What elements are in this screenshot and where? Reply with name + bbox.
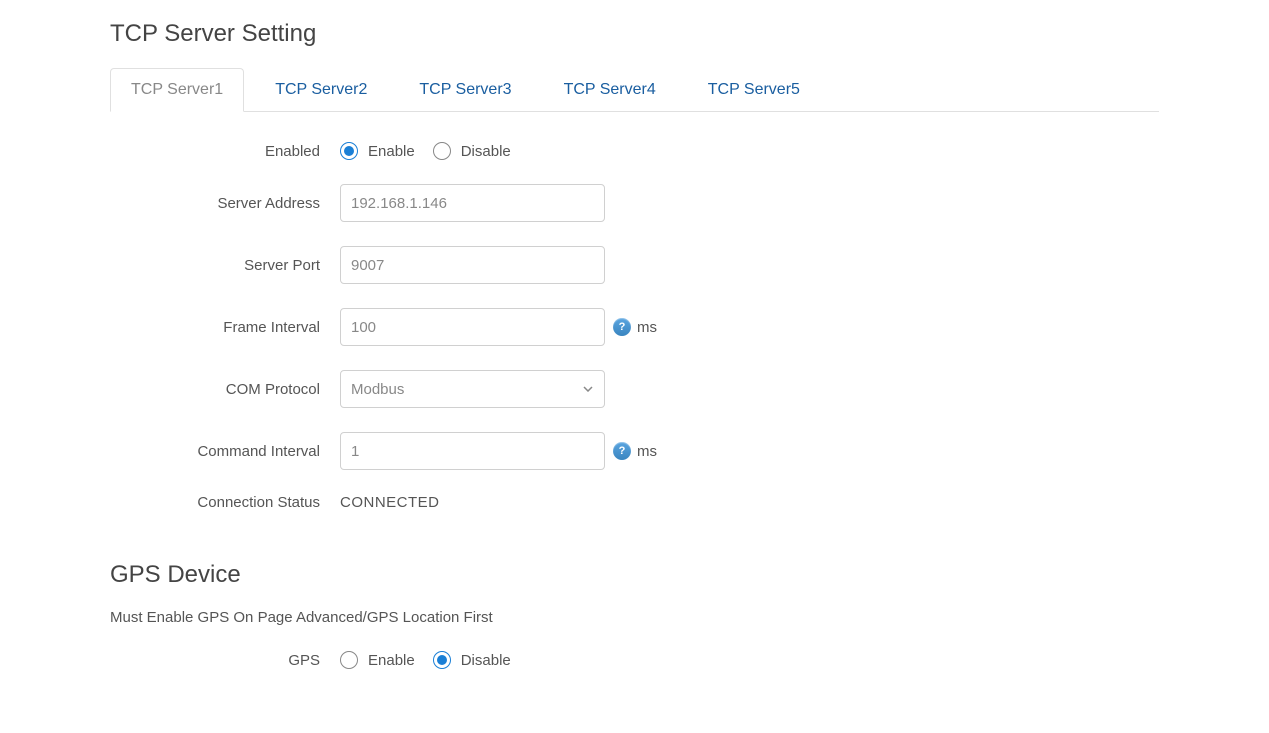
server-address-input[interactable] <box>340 184 605 222</box>
tcp-tabs: TCP Server1 TCP Server2 TCP Server3 TCP … <box>110 68 1159 112</box>
enabled-label: Enabled <box>110 143 340 160</box>
enabled-radio-disable[interactable] <box>433 142 451 160</box>
frame-interval-input[interactable] <box>340 308 605 346</box>
server-port-input[interactable] <box>340 246 605 284</box>
com-protocol-label: COM Protocol <box>110 381 340 398</box>
connection-status-label: Connection Status <box>110 494 340 511</box>
connection-status-value: CONNECTED <box>340 494 440 511</box>
tab-tcp-server2[interactable]: TCP Server2 <box>254 68 388 111</box>
enabled-radio-enable[interactable] <box>340 142 358 160</box>
command-interval-unit: ms <box>637 443 657 460</box>
command-interval-help-icon[interactable]: ? <box>613 442 631 460</box>
gps-radio-enable-label: Enable <box>368 652 415 669</box>
server-port-label: Server Port <box>110 257 340 274</box>
com-protocol-select[interactable]: Modbus <box>340 370 605 408</box>
frame-interval-help-icon[interactable]: ? <box>613 318 631 336</box>
gps-radio-enable[interactable] <box>340 651 358 669</box>
tab-tcp-server3[interactable]: TCP Server3 <box>398 68 532 111</box>
gps-section-title: GPS Device <box>110 561 1159 589</box>
gps-radio-disable[interactable] <box>433 651 451 669</box>
com-protocol-value: Modbus <box>351 381 404 398</box>
enabled-radio-disable-label: Disable <box>461 143 511 160</box>
gps-note: Must Enable GPS On Page Advanced/GPS Loc… <box>110 609 1159 626</box>
chevron-down-icon <box>582 383 594 395</box>
command-interval-input[interactable] <box>340 432 605 470</box>
command-interval-label: Command Interval <box>110 443 340 460</box>
gps-label: GPS <box>110 652 340 669</box>
server-address-label: Server Address <box>110 195 340 212</box>
tcp-section-title: TCP Server Setting <box>110 20 1159 48</box>
frame-interval-label: Frame Interval <box>110 319 340 336</box>
tab-tcp-server4[interactable]: TCP Server4 <box>543 68 677 111</box>
tab-tcp-server5[interactable]: TCP Server5 <box>687 68 821 111</box>
tab-tcp-server1[interactable]: TCP Server1 <box>110 68 244 112</box>
gps-radio-disable-label: Disable <box>461 652 511 669</box>
enabled-radio-enable-label: Enable <box>368 143 415 160</box>
frame-interval-unit: ms <box>637 319 657 336</box>
